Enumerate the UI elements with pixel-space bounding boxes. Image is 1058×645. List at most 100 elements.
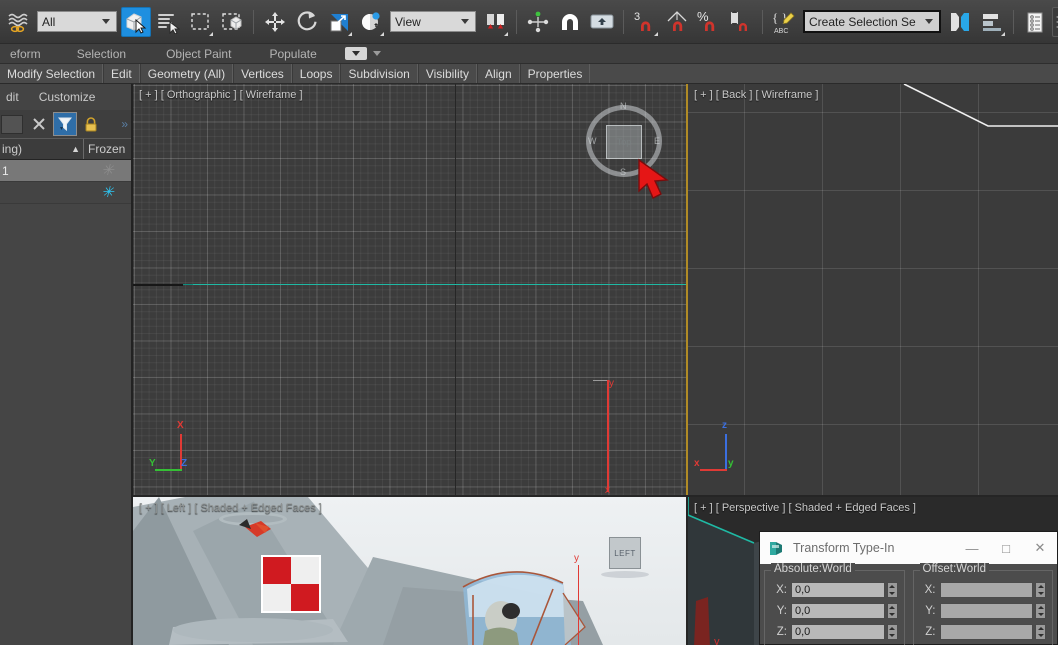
- reference-coordinate-system-combo[interactable]: View: [390, 11, 476, 32]
- explorer-column-frozen[interactable]: Frozen: [84, 142, 131, 156]
- select-and-manipulate-icon[interactable]: [523, 7, 553, 37]
- layer-explorer-icon[interactable]: [1020, 7, 1050, 37]
- offset-z-spinner[interactable]: [1035, 624, 1046, 640]
- absolute-z-input[interactable]: 0,0: [791, 624, 885, 640]
- upload-icon[interactable]: [587, 7, 617, 37]
- lock-icon[interactable]: [79, 112, 103, 136]
- ribbon-panel-edit[interactable]: Edit: [103, 64, 140, 83]
- transform-type-in-dialog[interactable]: Transform Type-In — □ ✕ Absolute:World X…: [759, 531, 1058, 645]
- axis-label-x: x: [605, 485, 610, 495]
- absolute-world-group: Absolute:World X: 0,0 Y: 0,0 Z: 0,0: [764, 563, 905, 645]
- snap-toggle-icon[interactable]: [555, 7, 585, 37]
- chevron-down-icon[interactable]: [922, 12, 935, 31]
- sort-ascending-icon: ▲: [71, 144, 80, 154]
- align-icon[interactable]: [977, 7, 1007, 37]
- use-pivot-point-center-icon[interactable]: [480, 7, 510, 37]
- axis-tripod: X Y Z: [149, 420, 215, 475]
- edit-named-selection-sets-icon[interactable]: { } ABC: [769, 7, 799, 37]
- axis-label-y: y: [728, 458, 734, 469]
- ribbon-panel-align[interactable]: Align: [476, 64, 520, 83]
- viewport-back-label[interactable]: [ + ] [ Back ] [ Wireframe ]: [694, 89, 818, 101]
- selection-filter-combo[interactable]: All: [37, 11, 117, 32]
- ribbon-panel-modify-selection[interactable]: Modify Selection: [0, 64, 104, 83]
- absolute-x-row: X: 0,0: [771, 582, 898, 598]
- explorer-expand-chevron-icon[interactable]: »: [121, 117, 131, 131]
- explorer-column-name[interactable]: ing) ▲: [0, 139, 84, 159]
- minimize-button[interactable]: —: [955, 532, 989, 564]
- close-icon[interactable]: [27, 112, 51, 136]
- viewport-perspective-label[interactable]: [ + ] [ Perspective ] [ Shaded + Edged F…: [694, 502, 916, 514]
- absolute-y-input[interactable]: 0,0: [791, 603, 885, 619]
- ribbon-panel-geometry-all[interactable]: Geometry (All): [139, 64, 234, 83]
- rectangular-selection-region-icon[interactable]: [185, 7, 215, 37]
- ribbon-panel-subdivision[interactable]: Subdivision: [340, 64, 418, 83]
- ribbon-panel-properties[interactable]: Properties: [519, 64, 591, 83]
- chevron-down-icon[interactable]: [99, 12, 112, 31]
- offset-z-input[interactable]: [939, 624, 1033, 640]
- scene-explorer-icon[interactable]: [1052, 6, 1058, 37]
- explorer-empty-area[interactable]: [0, 204, 131, 645]
- view-cube-left-face[interactable]: LEFT: [609, 537, 641, 569]
- ribbon-tab-populate[interactable]: Populate: [241, 47, 326, 61]
- angle-snap-toggle-icon[interactable]: [662, 7, 692, 37]
- snowflake-icon[interactable]: ✳: [101, 185, 114, 200]
- offset-x-spinner[interactable]: [1035, 582, 1046, 598]
- app-root: All View 3 % {} ABC Create Selection Se…: [0, 0, 1058, 645]
- absolute-z-spinner[interactable]: [886, 624, 898, 640]
- ribbon-panel-vertices[interactable]: Vertices: [233, 64, 292, 83]
- compass-south-label: S: [620, 167, 627, 177]
- mirror-icon[interactable]: [945, 7, 975, 37]
- absolute-x-spinner[interactable]: [886, 582, 898, 598]
- window-crossing-toggle-icon[interactable]: [217, 7, 247, 37]
- maximize-button[interactable]: □: [989, 532, 1023, 564]
- view-cube-top-face[interactable]: Top: [606, 125, 642, 159]
- named-selection-sets-combo[interactable]: Create Selection Se: [803, 10, 941, 33]
- snaps-toggle-3-icon[interactable]: 3: [630, 7, 660, 37]
- ribbon-panel-row: Modify Selection Edit Geometry (All) Ver…: [0, 64, 1058, 84]
- axis-label-X: X: [177, 420, 184, 431]
- select-by-name-icon[interactable]: [153, 7, 183, 37]
- ribbon-tab-object-paint[interactable]: Object Paint: [136, 47, 241, 61]
- absolute-x-input[interactable]: 0,0: [791, 582, 885, 598]
- explorer-menu-customize[interactable]: Customize: [25, 90, 102, 104]
- select-and-move-icon[interactable]: [260, 7, 290, 37]
- offset-x-input[interactable]: [939, 582, 1033, 598]
- snowflake-icon[interactable]: ✳: [101, 163, 114, 178]
- wave-curve-icon[interactable]: [3, 7, 33, 37]
- viewport-back[interactable]: [ + ] [ Back ] [ Wireframe ] z x y: [686, 84, 1058, 495]
- svg-text:%: %: [697, 9, 709, 24]
- ribbon-tab-selection[interactable]: Selection: [51, 47, 136, 61]
- max-app-icon: [768, 540, 785, 557]
- aircraft-insignia: [261, 555, 321, 613]
- viewport-left[interactable]: y LEFT [ + ] [ Left ] [ Shaded + Edged F…: [133, 495, 686, 645]
- absolute-y-spinner[interactable]: [886, 603, 898, 619]
- chevron-down-icon[interactable]: [372, 51, 381, 56]
- explorer-menu-edit[interactable]: dit: [0, 90, 25, 104]
- filter-funnel-icon[interactable]: [53, 112, 77, 136]
- close-button[interactable]: ✕: [1023, 532, 1057, 564]
- select-object-icon[interactable]: [121, 6, 151, 37]
- offset-y-input[interactable]: [939, 603, 1033, 619]
- explorer-row[interactable]: 1 ✳: [0, 160, 131, 182]
- explorer-search-input[interactable]: [1, 114, 23, 134]
- absolute-world-legend: Absolute:World: [771, 563, 855, 575]
- spinner-snap-toggle-icon[interactable]: [726, 7, 756, 37]
- chevron-down-icon[interactable]: [458, 12, 471, 31]
- offset-y-label: Y:: [925, 605, 936, 617]
- use-transform-center-icon[interactable]: [356, 7, 386, 37]
- viewport-orthographic-label[interactable]: [ + ] [ Orthographic ] [ Wireframe ]: [139, 89, 303, 101]
- axis-gizmo-line[interactable]: y x: [605, 378, 614, 495]
- select-and-rotate-icon[interactable]: [292, 7, 322, 37]
- ribbon-display-dropdown-icon[interactable]: [344, 47, 367, 60]
- ribbon-panel-loops[interactable]: Loops: [291, 64, 341, 83]
- select-and-scale-icon[interactable]: [324, 7, 354, 37]
- offset-y-spinner[interactable]: [1035, 603, 1046, 619]
- explorer-row[interactable]: ✳: [0, 182, 131, 204]
- ribbon-panel-visibility[interactable]: Visibility: [417, 64, 477, 83]
- offset-x-label: X:: [924, 584, 936, 596]
- dialog-title-bar[interactable]: Transform Type-In — □ ✕: [760, 532, 1057, 564]
- ribbon-tab-deform[interactable]: eform: [0, 47, 51, 61]
- viewport-left-label[interactable]: [ + ] [ Left ] [ Shaded + Edged Faces ]: [139, 502, 322, 514]
- percent-snap-toggle-icon[interactable]: %: [694, 7, 724, 37]
- axis-gizmo-y[interactable]: y: [574, 553, 579, 645]
